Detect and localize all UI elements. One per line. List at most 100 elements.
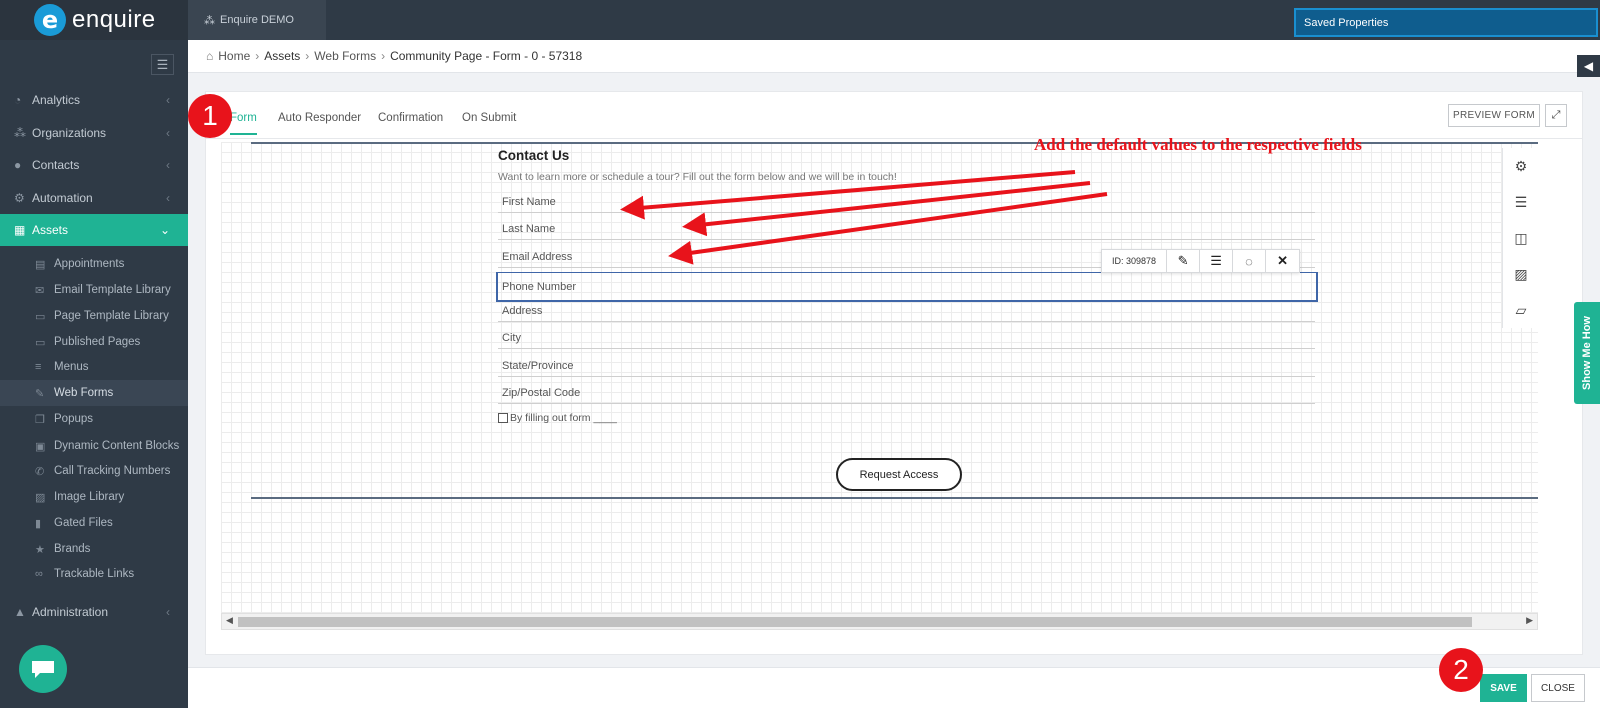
field-id-label: ID: 309878 <box>1102 250 1168 272</box>
field-city[interactable]: City <box>498 325 1315 349</box>
field-last-name[interactable]: Last Name <box>498 216 1315 240</box>
saved-properties-dropdown[interactable]: Saved Properties <box>1294 8 1598 37</box>
sidebar-item-contacts[interactable]: ● Contacts ‹ <box>0 149 188 181</box>
chat-icon[interactable] <box>19 645 67 693</box>
pencil-icon[interactable]: ✎ <box>1167 250 1201 272</box>
form-editor-panel: Form Auto Responder Confirmation On Subm… <box>205 91 1583 655</box>
columns-icon[interactable]: ◫ <box>1503 220 1539 256</box>
dashboard-icon: ◔ <box>14 93 22 107</box>
page-icon: ▭ <box>35 336 46 349</box>
account-switcher[interactable]: ⁂ Enquire DEMO <box>188 0 326 40</box>
sliders-icon[interactable]: ☰ <box>1503 184 1539 220</box>
scrollbar-thumb[interactable] <box>238 617 1472 627</box>
tab-auto-responder[interactable]: Auto Responder <box>278 112 361 133</box>
sidebar-item-assets[interactable]: ▦ Assets ⌄ <box>0 214 188 246</box>
sidebar-subitem-label: Image Library <box>54 491 125 503</box>
sidebar-subitem-gated-files[interactable]: ▮ Gated Files <box>0 510 188 536</box>
sidebar-subitem-page-template-library[interactable]: ▭ Page Template Library <box>0 303 188 329</box>
sidebar-subitem-label: Appointments <box>54 258 125 270</box>
form-canvas: Contact Us Want to learn more or schedul… <box>221 142 1538 622</box>
sidebar-subitem-menus[interactable]: ≡ Menus <box>0 354 188 380</box>
sidebar: ☰ ◔ Analytics ‹ ⁂ Organizations ‹ ● Cont… <box>0 40 188 708</box>
folder-open-icon[interactable]: ▱ <box>1503 292 1539 328</box>
chevron-left-icon: ‹ <box>166 93 170 107</box>
star-icon: ★ <box>35 543 45 556</box>
preview-form-button[interactable]: PREVIEW FORM <box>1448 104 1540 127</box>
scroll-right-icon[interactable]: ▶ <box>1526 615 1533 626</box>
sliders-icon[interactable]: ☰ <box>1200 250 1234 272</box>
sidebar-item-administration[interactable]: ▲ Administration ‹ <box>0 596 188 628</box>
breadcrumb-web-forms[interactable]: Web Forms <box>314 49 376 63</box>
image-icon[interactable]: ▨ <box>1503 256 1539 292</box>
close-icon[interactable]: ✕ <box>1266 250 1299 272</box>
show-me-how-tab[interactable]: Show Me How <box>1574 302 1600 404</box>
edit-icon: ✎ <box>35 387 45 400</box>
sidebar-item-organizations[interactable]: ⁂ Organizations ‹ <box>0 117 188 149</box>
show-me-how-label: Show Me How <box>1581 316 1594 390</box>
side-toolbar: ⚙ ☰ ◫ ▨ ▱ <box>1502 148 1538 328</box>
arrow-circle-left-icon[interactable]: ◀ <box>1577 55 1600 77</box>
sidebar-subitem-brands[interactable]: ★ Brands <box>0 536 188 562</box>
sidebar-subitem-label: Dynamic Content Blocks <box>54 440 180 452</box>
sidebar-item-label: Administration <box>32 605 109 619</box>
breadcrumb-assets[interactable]: Assets <box>264 49 300 63</box>
consent-label: By filling out form ____ <box>510 412 617 424</box>
sidebar-item-analytics[interactable]: ◔ Analytics ‹ <box>0 84 188 116</box>
field-toolbar: ID: 309878 ✎ ☰ ◌ ✕ <box>1101 249 1301 273</box>
sidebar-item-automation[interactable]: ⚙ Automation ‹ <box>0 182 188 214</box>
breadcrumb-separator: › <box>255 49 260 63</box>
sidebar-subitem-popups[interactable]: ❐ Popups <box>0 406 188 432</box>
close-button[interactable]: CLOSE <box>1531 674 1585 702</box>
field-address[interactable]: Address <box>498 298 1315 322</box>
tab-on-submit[interactable]: On Submit <box>462 112 516 133</box>
sidebar-subitem-published-pages[interactable]: ▭ Published Pages <box>0 329 188 355</box>
brand[interactable]: e enquire <box>0 0 188 40</box>
enquire-logo-icon: e <box>34 4 66 36</box>
sidebar-subitem-trackable-links[interactable]: ∞ Trackable Links <box>0 561 188 587</box>
sidebar-subitem-dynamic-content-blocks[interactable]: ▣ Dynamic Content Blocks <box>0 433 188 459</box>
phone-icon: ✆ <box>35 465 45 478</box>
field-first-name[interactable]: First Name <box>498 189 1315 213</box>
account-name: Enquire DEMO <box>220 14 294 26</box>
sidebar-subitem-label: Gated Files <box>54 517 113 529</box>
list-icon: ≡ <box>35 361 42 373</box>
chevron-left-icon: ‹ <box>166 158 170 172</box>
grid-icon: ▦ <box>14 223 26 237</box>
sidebar-subitem-label: Web Forms <box>54 387 114 399</box>
sidebar-subitem-web-forms[interactable]: ✎ Web Forms <box>0 380 188 406</box>
field-zip-postal-code[interactable]: Zip/Postal Code <box>498 380 1315 404</box>
sidebar-subitem-image-library[interactable]: ▨ Image Library <box>0 484 188 510</box>
envelope-icon: ✉ <box>35 284 45 297</box>
image-icon: ▨ <box>35 491 46 504</box>
sidebar-subitem-label: Call Tracking Numbers <box>54 465 171 477</box>
breadcrumb-separator: › <box>381 49 386 63</box>
spinner-icon[interactable]: ◌ <box>1233 250 1267 272</box>
link-icon: ∞ <box>35 568 43 580</box>
tab-form[interactable]: Form <box>230 112 257 135</box>
step-2-marker: 2 <box>1439 648 1483 692</box>
save-button[interactable]: SAVE <box>1480 674 1527 702</box>
sidebar-subitem-label: Trackable Links <box>54 568 135 580</box>
consent-checkbox-row[interactable]: By filling out form ____ <box>498 412 617 424</box>
request-access-button[interactable]: Request Access <box>836 458 962 491</box>
breadcrumb-home[interactable]: Home <box>218 49 250 63</box>
consent-checkbox[interactable] <box>498 413 508 423</box>
form-title[interactable]: Contact Us <box>498 148 569 163</box>
horizontal-scrollbar[interactable]: ◀ ▶ <box>221 613 1538 630</box>
menu-toggle-icon[interactable]: ☰ <box>151 54 174 75</box>
sidebar-subitem-label: Email Template Library <box>54 284 171 296</box>
section-divider <box>251 497 1538 499</box>
scroll-left-icon[interactable]: ◀ <box>226 615 233 626</box>
expand-icon[interactable]: ⤢ <box>1545 104 1567 127</box>
tab-confirmation[interactable]: Confirmation <box>378 112 443 133</box>
field-state-province[interactable]: State/Province <box>498 353 1315 377</box>
sidebar-subitem-label: Menus <box>54 361 89 373</box>
sitemap-icon: ⁂ <box>14 126 26 140</box>
gear-icon[interactable]: ⚙ <box>1503 148 1539 184</box>
form-intro[interactable]: Want to learn more or schedule a tour? F… <box>498 171 897 183</box>
sidebar-subitem-call-tracking-numbers[interactable]: ✆ Call Tracking Numbers <box>0 458 188 484</box>
users-icon: ● <box>14 158 22 172</box>
sidebar-subitem-appointments[interactable]: ▤ Appointments <box>0 251 188 277</box>
sidebar-subitem-email-template-library[interactable]: ✉ Email Template Library <box>0 277 188 303</box>
sitemap-icon: ⁂ <box>204 14 215 27</box>
